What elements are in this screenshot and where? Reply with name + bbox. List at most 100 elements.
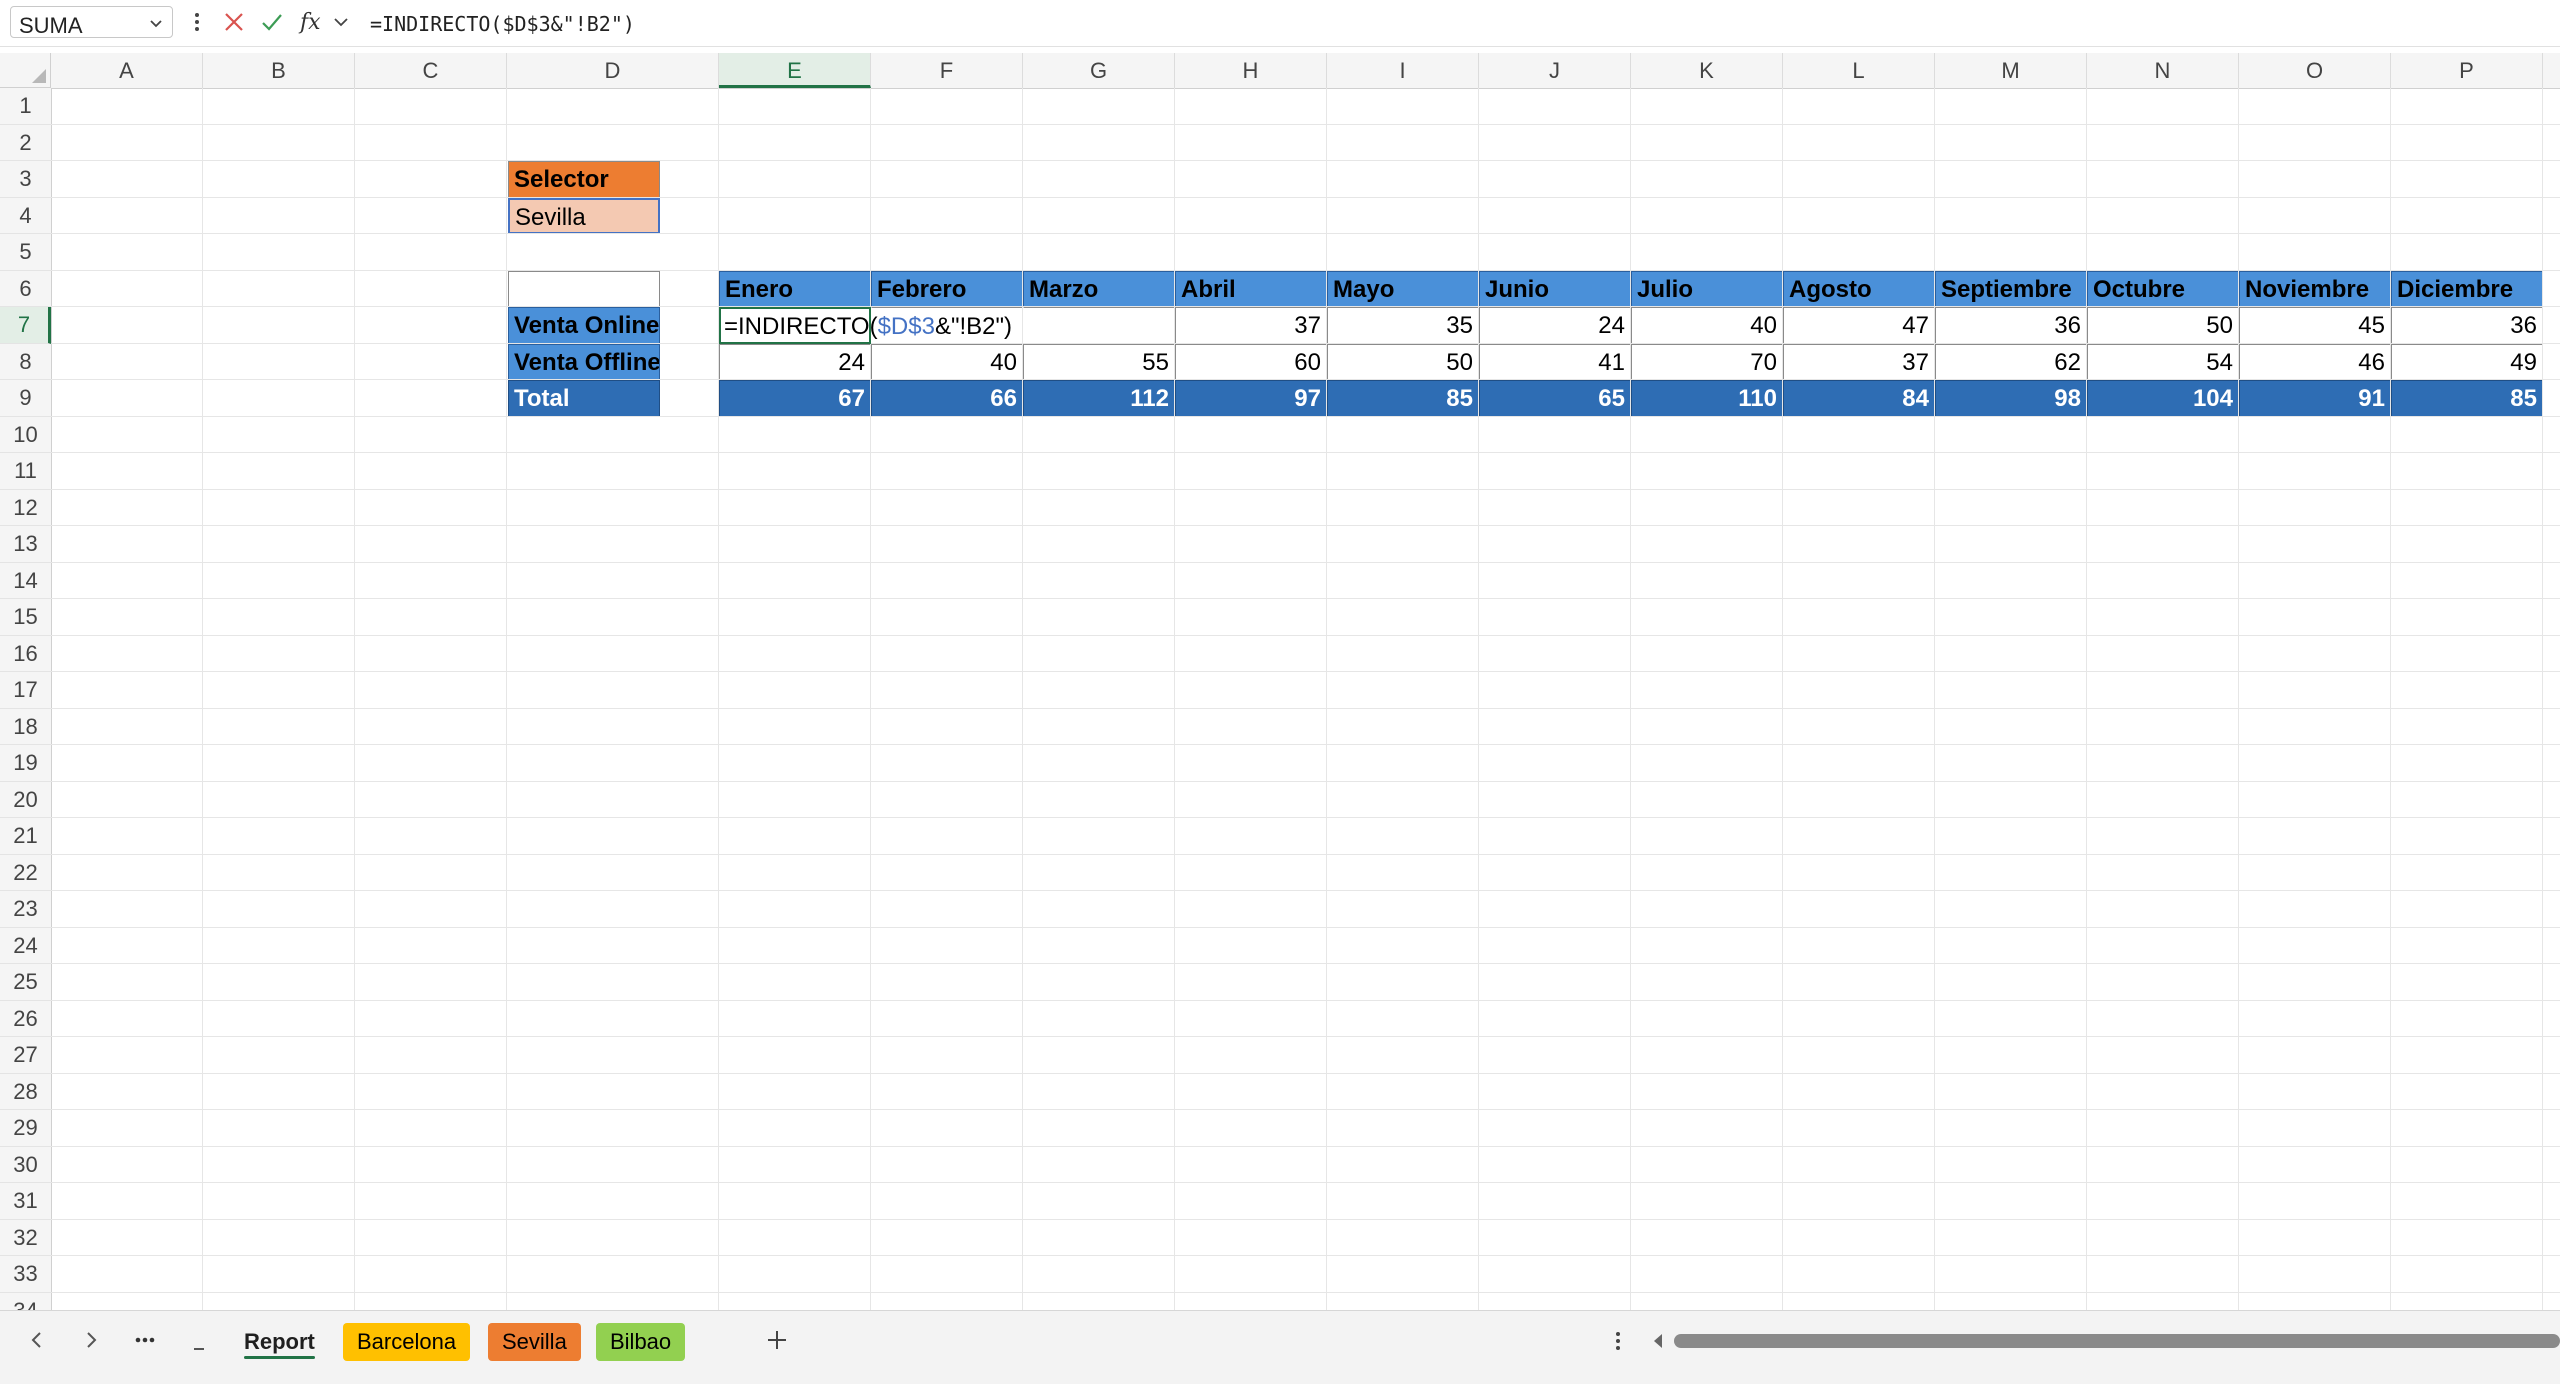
selector-value-cell[interactable]: Sevilla bbox=[508, 197, 660, 234]
row-header-34[interactable]: 34 bbox=[0, 1293, 51, 1311]
row-header-15[interactable]: 15 bbox=[0, 599, 51, 636]
row-header-22[interactable]: 22 bbox=[0, 855, 51, 891]
offline-value-cell[interactable]: 37 bbox=[1783, 343, 1935, 380]
row-header-25[interactable]: 25 bbox=[0, 964, 51, 1001]
month-header-cell[interactable]: Noviembre bbox=[2239, 270, 2391, 307]
row-header-18[interactable]: 18 bbox=[0, 709, 51, 745]
more-vertical-icon[interactable] bbox=[1608, 1327, 1628, 1355]
row-header-31[interactable]: 31 bbox=[0, 1183, 51, 1220]
row-header-27[interactable]: 27 bbox=[0, 1037, 51, 1074]
row-label-total[interactable]: Total bbox=[508, 380, 660, 417]
select-all-button[interactable] bbox=[0, 53, 51, 88]
offline-value-cell[interactable]: 41 bbox=[1479, 343, 1631, 380]
online-value-cell[interactable]: 45 bbox=[2239, 307, 2391, 344]
row-header-19[interactable]: 19 bbox=[0, 745, 51, 782]
chevron-right-icon[interactable] bbox=[76, 1325, 106, 1355]
add-sheet-icon[interactable] bbox=[762, 1325, 792, 1355]
row-header-6[interactable]: 6 bbox=[0, 271, 51, 307]
sheet-tab-bilbao[interactable]: Bilbao bbox=[596, 1323, 686, 1361]
row-header-23[interactable]: 23 bbox=[0, 891, 51, 928]
month-header-cell[interactable]: Diciembre bbox=[2391, 270, 2543, 307]
online-value-cell[interactable]: 24 bbox=[1479, 307, 1631, 344]
column-header-f[interactable]: F bbox=[871, 53, 1023, 88]
insert-function-icon[interactable]: fx bbox=[298, 8, 328, 36]
online-value-cell[interactable]: 35 bbox=[1327, 307, 1479, 344]
column-header-n[interactable]: N bbox=[2087, 53, 2239, 88]
total-value-cell[interactable]: 65 bbox=[1479, 380, 1631, 417]
online-value-cell[interactable]: 37 bbox=[1175, 307, 1327, 344]
column-header-b[interactable]: B bbox=[203, 53, 355, 88]
offline-value-cell[interactable]: 49 bbox=[2391, 343, 2543, 380]
offline-value-cell[interactable]: 55 bbox=[1023, 343, 1175, 380]
total-value-cell[interactable]: 85 bbox=[1327, 380, 1479, 417]
row-header-7[interactable]: 7 bbox=[0, 307, 51, 344]
row-header-10[interactable]: 10 bbox=[0, 417, 51, 453]
offline-value-cell[interactable]: 50 bbox=[1327, 343, 1479, 380]
total-value-cell[interactable]: 110 bbox=[1631, 380, 1783, 417]
row-header-14[interactable]: 14 bbox=[0, 563, 51, 599]
month-header-cell[interactable]: Julio bbox=[1631, 270, 1783, 307]
column-header-j[interactable]: J bbox=[1479, 53, 1631, 88]
column-header-m[interactable]: M bbox=[1935, 53, 2087, 88]
sheet-tab-report[interactable]: Report bbox=[230, 1323, 329, 1361]
row-header-16[interactable]: 16 bbox=[0, 636, 51, 672]
row-header-9[interactable]: 9 bbox=[0, 380, 51, 417]
row-header-13[interactable]: 13 bbox=[0, 526, 51, 563]
sheet-tab-barcelona[interactable]: Barcelona bbox=[343, 1323, 471, 1361]
chevron-down-icon[interactable] bbox=[332, 8, 350, 36]
row-header-26[interactable]: 26 bbox=[0, 1001, 51, 1037]
row-header-3[interactable]: 3 bbox=[0, 161, 51, 198]
total-value-cell[interactable]: 85 bbox=[2391, 380, 2543, 417]
row-label-online[interactable]: Venta Online bbox=[508, 307, 660, 344]
row-header-20[interactable]: 20 bbox=[0, 782, 51, 818]
more-horizontal-icon[interactable] bbox=[130, 1325, 160, 1355]
offline-value-cell[interactable]: 46 bbox=[2239, 343, 2391, 380]
offline-value-cell[interactable]: 60 bbox=[1175, 343, 1327, 380]
total-value-cell[interactable]: 104 bbox=[2087, 380, 2239, 417]
name-box[interactable]: SUMA bbox=[10, 6, 173, 38]
scroll-left-arrow-icon[interactable] bbox=[1650, 1331, 1666, 1351]
row-header-30[interactable]: 30 bbox=[0, 1147, 51, 1183]
total-value-cell[interactable]: 97 bbox=[1175, 380, 1327, 417]
column-header-o[interactable]: O bbox=[2239, 53, 2391, 88]
row-header-32[interactable]: 32 bbox=[0, 1220, 51, 1256]
row-header-29[interactable]: 29 bbox=[0, 1110, 51, 1147]
column-header-d[interactable]: D bbox=[507, 53, 719, 88]
total-value-cell[interactable]: 66 bbox=[871, 380, 1023, 417]
total-value-cell[interactable]: 84 bbox=[1783, 380, 1935, 417]
column-header-l[interactable]: L bbox=[1783, 53, 1935, 88]
online-value-cell[interactable]: 50 bbox=[2087, 307, 2239, 344]
offline-value-cell[interactable]: 54 bbox=[2087, 343, 2239, 380]
month-header-cell[interactable]: Septiembre bbox=[1935, 270, 2087, 307]
column-header-k[interactable]: K bbox=[1631, 53, 1783, 88]
online-value-cell[interactable]: 36 bbox=[1935, 307, 2087, 344]
row-header-1[interactable]: 1 bbox=[0, 88, 51, 125]
month-header-cell[interactable]: Febrero bbox=[871, 270, 1023, 307]
sheet-tab-sevilla[interactable]: Sevilla bbox=[488, 1323, 581, 1361]
row-header-28[interactable]: 28 bbox=[0, 1074, 51, 1110]
table-corner-cell[interactable] bbox=[508, 270, 660, 307]
chevron-left-icon[interactable] bbox=[22, 1325, 52, 1355]
month-header-cell[interactable]: Junio bbox=[1479, 270, 1631, 307]
cancel-icon[interactable] bbox=[220, 8, 248, 36]
formula-input[interactable]: =INDIRECTO($D$3&"!B2") bbox=[362, 6, 2552, 38]
offline-value-cell[interactable]: 62 bbox=[1935, 343, 2087, 380]
row-header-8[interactable]: 8 bbox=[0, 344, 51, 380]
row-header-2[interactable]: 2 bbox=[0, 125, 51, 161]
online-value-cell[interactable]: 47 bbox=[1783, 307, 1935, 344]
row-header-4[interactable]: 4 bbox=[0, 198, 51, 234]
column-header-p[interactable]: P bbox=[2391, 53, 2543, 88]
row-header-21[interactable]: 21 bbox=[0, 818, 51, 855]
month-header-cell[interactable]: Octubre bbox=[2087, 270, 2239, 307]
total-value-cell[interactable]: 91 bbox=[2239, 380, 2391, 417]
month-header-cell[interactable]: Abril bbox=[1175, 270, 1327, 307]
offline-value-cell[interactable]: 24 bbox=[719, 343, 871, 380]
chevron-down-icon[interactable] bbox=[148, 15, 164, 31]
column-header-a[interactable]: A bbox=[51, 53, 203, 88]
row-header-17[interactable]: 17 bbox=[0, 672, 51, 709]
month-header-cell[interactable]: Marzo bbox=[1023, 270, 1175, 307]
total-value-cell[interactable]: 112 bbox=[1023, 380, 1175, 417]
row-header-12[interactable]: 12 bbox=[0, 490, 51, 526]
total-value-cell[interactable]: 67 bbox=[719, 380, 871, 417]
online-value-cell[interactable]: 40 bbox=[1631, 307, 1783, 344]
